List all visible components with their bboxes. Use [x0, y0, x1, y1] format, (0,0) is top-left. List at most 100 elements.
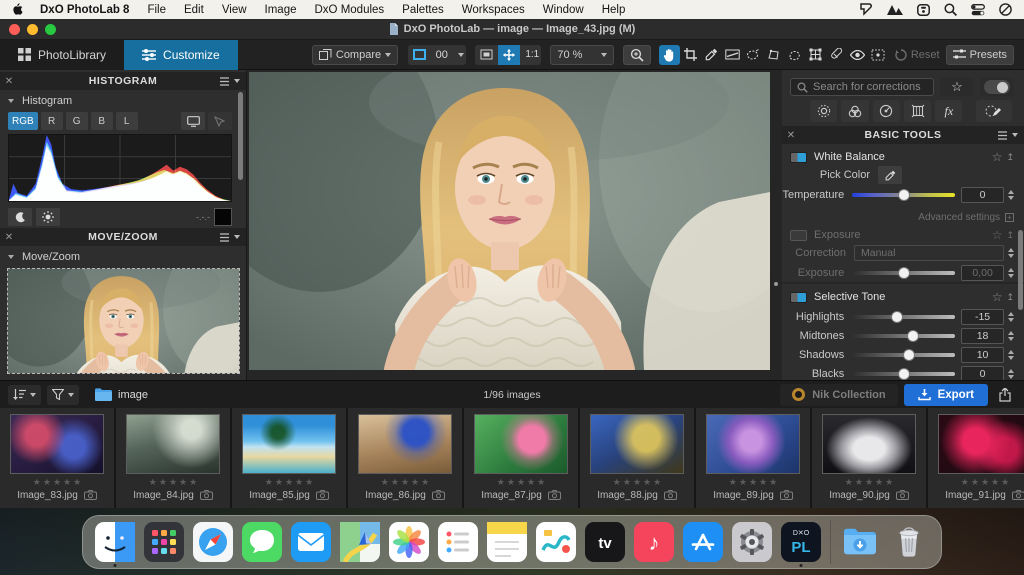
slider-stepper[interactable]	[1008, 350, 1014, 360]
exposure-value[interactable]: 0,00	[961, 265, 1004, 281]
star-icon[interactable]: ★	[169, 477, 177, 488]
right-panel-scrollbar[interactable]	[1018, 230, 1023, 310]
thumbnail-image[interactable]	[938, 414, 1024, 474]
star-icon[interactable]: ★	[305, 477, 313, 488]
star-icon[interactable]: ★	[537, 477, 545, 488]
thumbnail-image[interactable]	[590, 414, 684, 474]
reset-correction-icon[interactable]: ↥	[1006, 152, 1014, 163]
star-icon[interactable]: ★	[401, 477, 409, 488]
temperature-value[interactable]: 0	[961, 187, 1004, 203]
star-icon[interactable]: ★	[759, 477, 767, 488]
star-icon[interactable]: ★	[159, 477, 167, 488]
local-adjust-lasso-button[interactable]	[784, 45, 805, 65]
star-icon[interactable]: ★	[527, 477, 535, 488]
star-icon[interactable]: ★	[381, 477, 389, 488]
left-panel-scrollbar[interactable]	[238, 92, 243, 180]
star-icon[interactable]: ★	[855, 477, 863, 488]
dock-icon-photolab[interactable]: D✕OPL	[781, 522, 821, 562]
advanced-settings-row[interactable]: Advanced settings +	[782, 208, 1014, 226]
highlight-clipping-button[interactable]	[36, 208, 60, 226]
local-adjust-ellipse-button[interactable]	[743, 45, 764, 65]
dock-icon-notes[interactable]	[487, 522, 527, 562]
star-icon[interactable]: ★	[633, 477, 641, 488]
dock-icon-downloads[interactable]	[840, 522, 880, 562]
monitor-icon-button[interactable]	[181, 112, 205, 130]
menu-item-view[interactable]: View	[213, 4, 256, 16]
shortcuts-icon[interactable]	[859, 3, 873, 16]
dock-icon-tv[interactable]: tv	[585, 522, 625, 562]
star-icon[interactable]: ★	[179, 477, 187, 488]
correction-enabled-toggle[interactable]	[790, 152, 807, 163]
filter-button[interactable]	[47, 385, 79, 405]
exposure-header[interactable]: Exposure ☆ ↥	[790, 226, 1014, 244]
star-icon[interactable]: ★	[961, 477, 969, 488]
star-icon[interactable]: ★	[865, 477, 873, 488]
color-category-button[interactable]	[841, 100, 868, 122]
slider-value[interactable]: 18	[961, 328, 1004, 344]
export-button[interactable]: Export	[904, 384, 988, 406]
pan-move-button[interactable]	[498, 45, 520, 65]
local-adjustments-button[interactable]	[976, 100, 1012, 122]
filmstrip-item-image_88[interactable]: ★★★★★Image_88.jpg	[580, 408, 694, 508]
blacks-slider[interactable]	[852, 372, 955, 376]
correction-mode-select[interactable]: Manual	[854, 245, 1004, 261]
filmstrip-item-image_86[interactable]: ★★★★★Image_86.jpg	[348, 408, 462, 508]
dock-icon-launchpad[interactable]	[144, 522, 184, 562]
star-icon[interactable]: ★	[421, 477, 429, 488]
star-icon[interactable]: ★	[981, 477, 989, 488]
star-icon[interactable]: ★	[507, 477, 515, 488]
retouch-tool-button[interactable]	[826, 45, 847, 65]
sort-button[interactable]	[8, 385, 41, 405]
star-icon[interactable]: ★	[275, 477, 283, 488]
apple-menu-icon[interactable]	[12, 3, 23, 16]
star-icon[interactable]: ★	[845, 477, 853, 488]
star-icon[interactable]: ★	[885, 477, 893, 488]
menu-item-file[interactable]: File	[138, 4, 175, 16]
keyboard-manager-icon[interactable]	[917, 4, 930, 16]
menu-item-dxo-photolab-8[interactable]: DxO PhotoLab 8	[31, 4, 138, 16]
zoom-level-select[interactable]: 70 %	[550, 45, 613, 65]
star-icon[interactable]: ★	[729, 477, 737, 488]
tab-photolibrary[interactable]: PhotoLibrary	[0, 40, 124, 70]
star-icon[interactable]: ★	[643, 477, 651, 488]
pick-color-eyedropper-button[interactable]	[878, 166, 902, 184]
menu-item-help[interactable]: Help	[593, 4, 635, 16]
star-icon[interactable]: ★	[149, 477, 157, 488]
thumbnail-image[interactable]	[242, 414, 336, 474]
hand-tool-button[interactable]	[659, 45, 680, 65]
star-icon[interactable]: ★	[411, 477, 419, 488]
light-category-button[interactable]	[810, 100, 837, 122]
geometry-category-button[interactable]	[904, 100, 931, 122]
star-icon[interactable]: ★	[53, 477, 61, 488]
dock-icon-finder[interactable]	[95, 522, 135, 562]
favorite-star-icon[interactable]: ☆	[992, 291, 1003, 303]
thumbnail-image[interactable]	[10, 414, 104, 474]
fit-screen-button[interactable]	[475, 45, 498, 65]
share-button[interactable]	[994, 385, 1016, 405]
fx-category-button[interactable]: fx	[935, 100, 962, 122]
star-icon[interactable]: ★	[991, 477, 999, 488]
window-title-bar[interactable]: DxO PhotoLab — image — Image_43.jpg (M)	[0, 19, 1024, 40]
dock-icon-settings[interactable]	[732, 522, 772, 562]
dock-icon-trash[interactable]	[889, 522, 929, 562]
midtones-slider[interactable]	[852, 334, 955, 338]
single-view-button[interactable]	[408, 45, 431, 65]
compare-button[interactable]: Compare	[312, 45, 398, 65]
star-icon[interactable]: ★	[43, 477, 51, 488]
mesh-tool-button[interactable]	[805, 45, 826, 65]
menu-item-edit[interactable]: Edit	[175, 4, 213, 16]
movezoom-preview[interactable]	[7, 268, 240, 374]
histogram-section-row[interactable]: Histogram	[0, 93, 246, 109]
selective-tone-header[interactable]: Selective Tone ☆ ↥	[790, 288, 1014, 306]
split-view-button[interactable]: 00	[431, 45, 453, 65]
temperature-slider[interactable]	[852, 193, 955, 197]
menu-item-dxo-modules[interactable]: DxO Modules	[306, 4, 394, 16]
reset-button[interactable]: Reset	[889, 45, 946, 65]
shadow-clipping-button[interactable]	[8, 208, 32, 226]
histogram-channel-g[interactable]: G	[66, 112, 88, 130]
filmstrip-item-image_83[interactable]: ★★★★★Image_83.jpg	[0, 408, 114, 508]
correction-enabled-toggle[interactable]	[790, 292, 807, 303]
dock-icon-maps[interactable]	[340, 522, 380, 562]
histogram-channel-rgb[interactable]: RGB	[8, 112, 38, 130]
dock-icon-reminders[interactable]	[438, 522, 478, 562]
